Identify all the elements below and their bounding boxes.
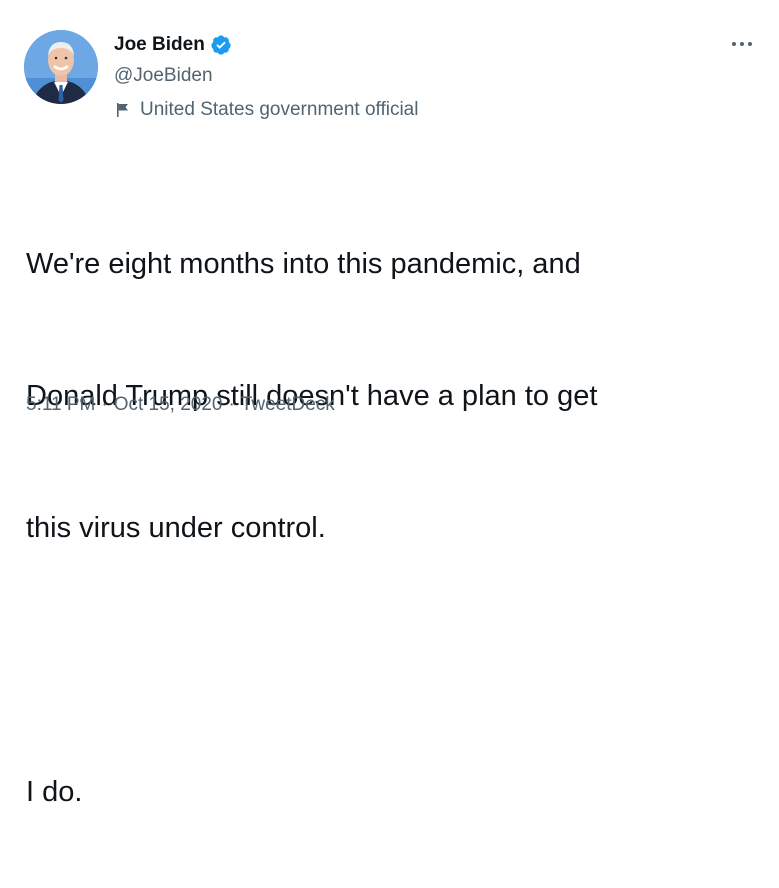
tweet-date[interactable]: Oct 15, 2020 xyxy=(114,393,223,417)
avatar[interactable] xyxy=(24,30,98,104)
avatar-image xyxy=(24,30,98,104)
more-horizontal-icon xyxy=(730,35,754,53)
more-options-button[interactable] xyxy=(722,30,762,58)
tweet-time[interactable]: 5:11 PM xyxy=(26,393,95,417)
flag-icon xyxy=(114,101,132,119)
tweet-text: We're eight months into this pandemic, a… xyxy=(26,154,756,888)
tweet-card: Joe Biden @JoeBiden United States govern… xyxy=(0,0,779,808)
author-display-name[interactable]: Joe Biden xyxy=(114,33,205,57)
tweet-meta: 5:11 PM · Oct 15, 2020 · TweetDeck xyxy=(26,393,335,417)
government-label-text: United States government official xyxy=(140,99,419,120)
meta-separator: · xyxy=(228,394,235,415)
author-name-row[interactable]: Joe Biden xyxy=(114,33,232,57)
verified-badge-icon xyxy=(210,34,232,56)
tweet-source[interactable]: TweetDeck xyxy=(241,393,335,417)
tweet-text-line: We're eight months into this pandemic, a… xyxy=(26,248,581,280)
tweet-text-line: I do. xyxy=(26,776,83,808)
government-label[interactable]: United States government official xyxy=(114,98,418,122)
tweet-text-line: this virus under control. xyxy=(26,512,326,544)
meta-separator: · xyxy=(101,394,108,415)
author-handle[interactable]: @JoeBiden xyxy=(114,64,213,88)
